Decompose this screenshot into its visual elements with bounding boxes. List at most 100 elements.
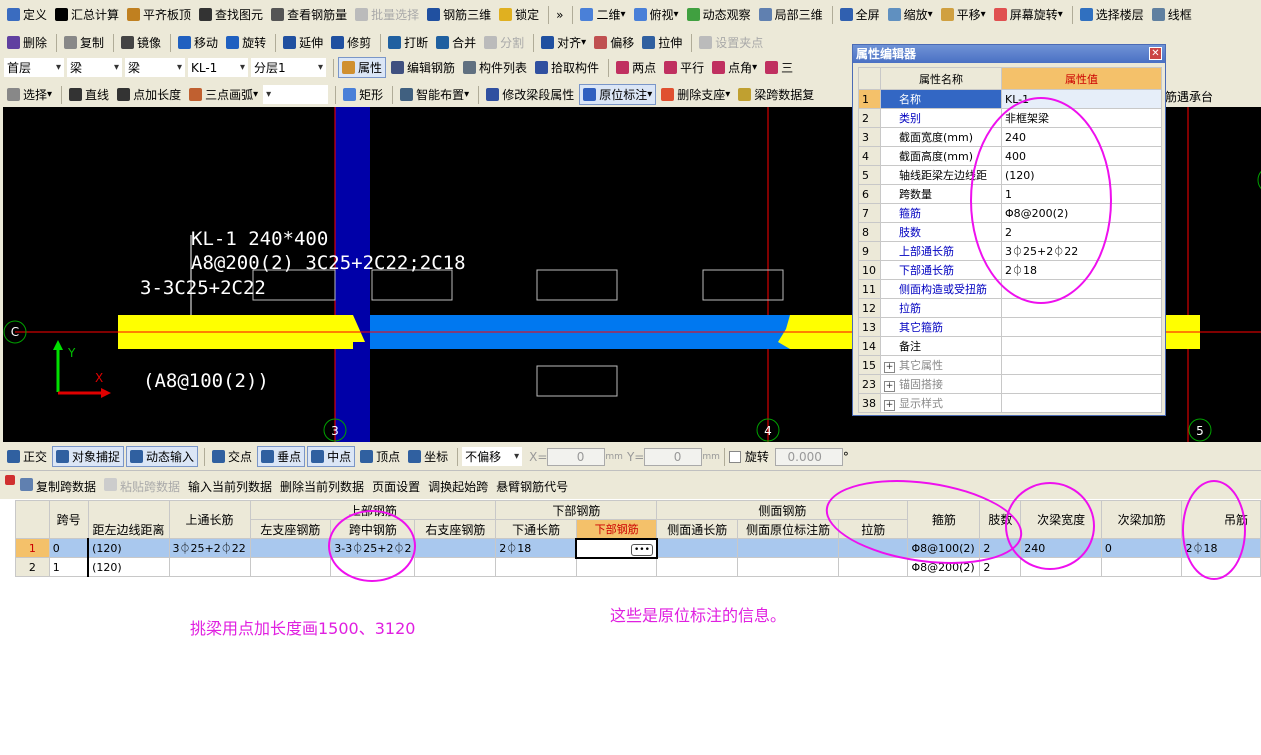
line-button[interactable]: 直线 [66, 84, 112, 105]
grid-action-button[interactable]: 悬臂钢筋代号 [496, 478, 568, 495]
perpendicular-button[interactable]: 垂点 [257, 446, 306, 467]
property-row[interactable]: 14 备注 [858, 336, 1162, 356]
grid-action-button[interactable]: 删除当前列数据 [280, 478, 364, 495]
chevron-down-icon[interactable]: ▾ [581, 37, 586, 48]
property-value[interactable] [1001, 317, 1162, 337]
cell-left[interactable] [249, 557, 332, 577]
property-row[interactable]: 13 其它箍筋 [858, 317, 1162, 337]
cell-span[interactable]: 1 [48, 557, 89, 577]
grid-action-button[interactable]: 页面设置 [372, 478, 420, 495]
toolbar-item-cap-pile[interactable]: 筋遇承台 [1165, 88, 1213, 105]
chevron-down-icon[interactable]: ▾ [725, 89, 730, 100]
cell-dist[interactable]: (120) [87, 538, 170, 558]
top-view-button[interactable]: 俯视 ▾ [631, 4, 682, 25]
in-situ-label-button[interactable]: 原位标注 ▾ [579, 84, 657, 105]
2d-button[interactable]: 二维 ▾ [577, 4, 628, 25]
property-row[interactable]: 15 + 其它属性 [858, 355, 1162, 375]
cell-left[interactable] [249, 538, 332, 558]
midpoint-button[interactable]: 中点 [307, 446, 356, 467]
expand-icon[interactable]: + [884, 362, 895, 373]
rebar-3d-button[interactable]: 钢筋三维 [424, 4, 494, 25]
break-button[interactable]: 打断 [385, 32, 431, 53]
align-button[interactable]: 对齐 ▾ [538, 32, 589, 53]
chevron-down-icon[interactable]: ▾ [752, 62, 757, 73]
expand-icon[interactable]: + [884, 381, 895, 392]
parallel-axis-button[interactable]: 平行 [661, 57, 707, 78]
delete-button[interactable]: 删除 [4, 32, 50, 53]
copy-span-button[interactable]: 梁跨数据复 [735, 84, 817, 105]
more-button[interactable]: » [553, 4, 566, 25]
chevron-down-icon[interactable]: ▾ [981, 9, 986, 20]
properties-button[interactable]: 属性 [338, 57, 387, 78]
ortho-button[interactable]: 正交 [4, 446, 50, 467]
cell-right[interactable] [414, 538, 497, 558]
point-length-button[interactable]: 点加长度 [114, 84, 184, 105]
rotate-button[interactable]: 旋转 [223, 32, 269, 53]
define-button[interactable]: 定义 [4, 4, 50, 25]
grid-action-button[interactable]: 调换起始跨 [428, 478, 488, 495]
cell-span[interactable]: 0 [48, 538, 89, 558]
property-value[interactable] [1001, 336, 1162, 356]
chevron-down-icon[interactable]: ▾ [47, 89, 52, 100]
property-row[interactable]: 23 + 锚固搭接 [858, 374, 1162, 394]
chevron-down-icon[interactable]: ▾ [1058, 9, 1063, 20]
property-editor-title-bar[interactable]: 属性编辑器 ✕ [853, 45, 1165, 63]
rotate-checkbox[interactable] [728, 450, 741, 463]
sigma-button[interactable]: 汇总计算 [52, 4, 122, 25]
object-snap-button[interactable]: 对象捕捉 [52, 446, 125, 467]
delete-support-button[interactable]: 删除支座 ▾ [658, 84, 733, 105]
orbit-button[interactable]: 动态观察 [684, 4, 754, 25]
cell-bottom_through[interactable] [495, 557, 577, 577]
copy-button[interactable]: 复制 [61, 32, 107, 53]
local-3d-button[interactable]: 局部三维 [756, 4, 826, 25]
property-row[interactable]: 12 拉筋 [858, 298, 1162, 318]
chevron-down-icon[interactable]: ▾ [620, 9, 625, 20]
lock-button[interactable]: 锁定 [496, 4, 542, 25]
trim-button[interactable]: 修剪 [328, 32, 374, 53]
vertex-button[interactable]: 顶点 [357, 446, 403, 467]
select-component[interactable]: KL-1 [188, 58, 248, 77]
cell-sec_add[interactable]: 0 [1100, 538, 1183, 558]
cell-side_through[interactable] [656, 538, 739, 558]
glasses-button[interactable]: 查看钢筋量 [268, 4, 350, 25]
component-list-button[interactable]: 构件列表 [460, 57, 530, 78]
cell-bottom[interactable] [575, 557, 658, 577]
three-point-axis-button[interactable]: 三 [762, 57, 796, 78]
chevron-down-icon[interactable]: ▾ [253, 89, 258, 100]
wireframe-button[interactable]: 线框 [1149, 4, 1195, 25]
chevron-down-icon[interactable]: ▾ [674, 9, 679, 20]
select-subtype[interactable]: 梁 [125, 58, 185, 77]
property-value[interactable] [1001, 374, 1162, 394]
arc-button[interactable]: 三点画弧 ▾ [186, 84, 261, 105]
cell-bottom[interactable]: ••• [575, 537, 658, 559]
offset-button[interactable]: 偏移 [591, 32, 637, 53]
pan-button[interactable]: 平移 ▾ [938, 4, 989, 25]
pick-component-button[interactable]: 拾取构件 [532, 57, 602, 78]
coordinate-button[interactable]: 坐标 [405, 446, 451, 467]
fullscreen-button[interactable]: 全屏 [837, 4, 883, 25]
close-panel-icon[interactable] [5, 475, 15, 485]
select-layer[interactable]: 分层1 [251, 58, 326, 77]
point-angle-button[interactable]: 点角 ▾ [709, 57, 760, 78]
cell-bottom_through[interactable]: 2⏀18 [495, 538, 577, 558]
zoom-button[interactable]: 缩放 ▾ [885, 4, 936, 25]
cell-dist[interactable]: (120) [87, 557, 170, 577]
cell-tie[interactable] [838, 557, 909, 577]
rectangle-button[interactable]: 矩形 [340, 84, 386, 105]
batch-select-button[interactable]: 批量选择 [352, 4, 422, 25]
mirror-button[interactable]: 镜像 [118, 32, 164, 53]
grid-action-button[interactable]: 复制跨数据 [20, 478, 96, 495]
screen-rotate-button[interactable]: 屏幕旋转 ▾ [991, 4, 1066, 25]
extend-button[interactable]: 延伸 [280, 32, 326, 53]
offset-select[interactable]: 不偏移 [462, 447, 523, 466]
ellipsis-button[interactable]: ••• [630, 543, 653, 556]
smart-layout-button[interactable]: 智能布置 ▾ [397, 84, 472, 105]
arc-mode-select[interactable] [263, 85, 329, 104]
grid-action-button[interactable]: 输入当前列数据 [188, 478, 272, 495]
y-input[interactable]: 0 [644, 447, 703, 466]
grip-button[interactable]: 设置夹点 [696, 32, 766, 53]
dynamic-input-button[interactable]: 动态输入 [126, 446, 199, 467]
chevron-down-icon[interactable]: ▾ [928, 9, 933, 20]
modify-segment-button[interactable]: 修改梁段属性 [483, 84, 577, 105]
grid-action-button[interactable]: 粘贴跨数据 [104, 478, 180, 495]
